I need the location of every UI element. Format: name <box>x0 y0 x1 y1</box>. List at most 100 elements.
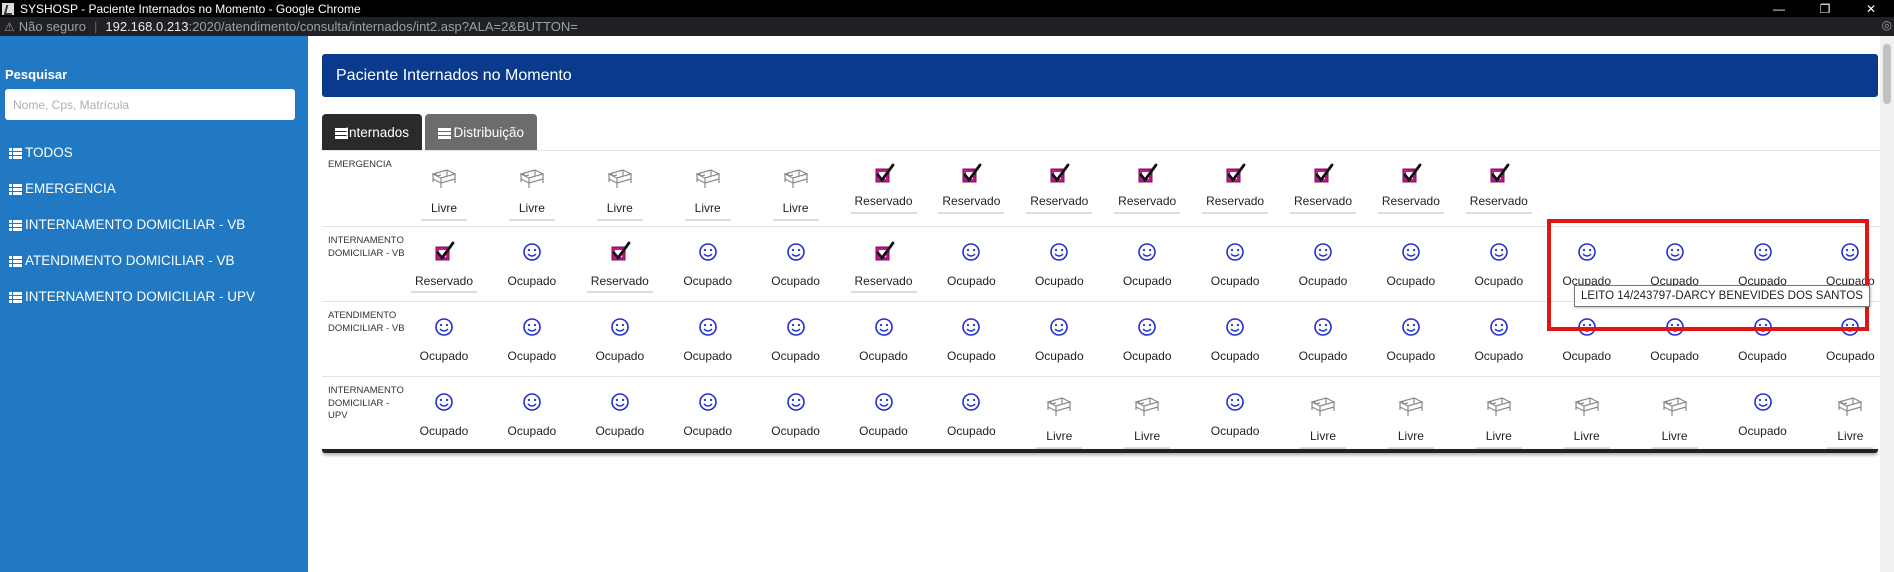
sidebar-item-atendimento-vb[interactable]: ATENDIMENTO DOMICILIAR - VB <box>9 253 255 289</box>
bed-status-label: Livre <box>1661 429 1688 443</box>
sidebar-item-emergencia[interactable]: EMERGENCIA <box>9 181 255 217</box>
bed-status-label: Reservado <box>1118 194 1177 208</box>
url-host[interactable]: 192.168.0.213 <box>105 19 188 34</box>
smiley-icon <box>431 314 457 340</box>
bed-status-label: Ocupado <box>1210 349 1260 363</box>
bed-status-label: Ocupado <box>1122 349 1172 363</box>
sidebar-item-internamento-upv[interactable]: INTERNAMENTO DOMICILIAR - UPV <box>9 289 255 325</box>
bed-reservado[interactable]: Reservado <box>1024 161 1094 233</box>
checkbox-checked-icon <box>1398 161 1424 187</box>
bed-underline <box>850 291 917 293</box>
tab-distribuicao[interactable]: Distribuição <box>425 114 537 150</box>
bed-underline <box>1290 212 1356 214</box>
bed-status-label: Livre <box>1837 429 1864 443</box>
checkbox-checked-icon <box>871 161 897 187</box>
bed-reservado[interactable]: Reservado <box>1112 161 1182 233</box>
bed-reservado[interactable]: Reservado <box>1376 161 1446 233</box>
bed-underline <box>1202 212 1269 214</box>
bed-status-label: Ocupado <box>947 424 996 438</box>
smiley-icon <box>1222 239 1248 265</box>
ward-label: ATENDIMENTO DOMICILIAR - VB <box>328 310 405 334</box>
list-icon <box>438 128 451 139</box>
minimize-button[interactable]: — <box>1756 2 1802 16</box>
bed-status-label: Ocupado <box>947 274 996 288</box>
extension-icon[interactable]: ◎ <box>1882 18 1892 32</box>
bed-icon <box>1486 394 1512 420</box>
bed-status-label: Ocupado <box>771 349 820 363</box>
bed-underline <box>850 212 917 214</box>
scrollbar-thumb[interactable] <box>1883 44 1891 104</box>
bed-livre[interactable]: Livre <box>761 161 831 233</box>
warning-icon: ⚠ <box>4 19 15 34</box>
ward-row: EMERGENCIA Livre Livre Livre Livre Livre Reser… <box>322 150 1882 226</box>
bed-status-label: Ocupado <box>1122 274 1172 288</box>
bed-status-label: Reservado <box>854 194 913 208</box>
tab-internados[interactable]: Internados <box>322 114 422 150</box>
smiley-icon <box>783 314 809 340</box>
smiley-icon <box>607 314 633 340</box>
bed-reservado[interactable]: Reservado <box>849 161 919 233</box>
bed-status-label: Ocupado <box>595 424 645 438</box>
checkbox-checked-icon <box>607 239 633 265</box>
bed-livre[interactable]: Livre <box>673 161 743 233</box>
sidebar-item-todos[interactable]: TODOS <box>9 145 255 181</box>
sidebar-item-internamento-vb[interactable]: INTERNAMENTO DOMICILIAR - VB <box>9 217 255 253</box>
smiley-icon <box>607 389 633 415</box>
bed-underline <box>508 219 555 221</box>
bed-status-label: Ocupado <box>1738 424 1787 438</box>
maximize-button[interactable]: ❐ <box>1802 2 1848 16</box>
page-title: Paciente Internados no Momento <box>322 54 1878 97</box>
checkbox-checked-icon <box>1222 161 1248 187</box>
list-icon <box>9 256 22 267</box>
bed-status-label: Livre <box>1397 429 1424 443</box>
smiley-icon <box>871 389 897 415</box>
url-path[interactable]: :2020/atendimento/consulta/internados/in… <box>189 19 578 34</box>
list-icon <box>9 220 22 231</box>
smiley-icon <box>1486 314 1512 340</box>
smiley-icon <box>695 314 721 340</box>
bed-icon <box>1398 394 1424 420</box>
bed-status-label: Ocupado <box>947 349 996 363</box>
bed-status-label: Ocupado <box>419 424 469 438</box>
bed-status-label: Livre <box>694 201 721 215</box>
app-logo-icon <box>2 2 14 15</box>
checkbox-checked-icon <box>431 239 457 265</box>
checkbox-checked-icon <box>1134 161 1160 187</box>
address-bar[interactable]: ⚠ Não seguro | 192.168.0.213:2020/atendi… <box>0 17 1894 36</box>
bed-status-label: Livre <box>782 201 809 215</box>
bed-status-label: Ocupado <box>859 424 908 438</box>
smiley-icon <box>1750 389 1776 415</box>
bed-reservado[interactable]: Reservado <box>936 161 1006 233</box>
bed-reservado[interactable]: Reservado <box>1200 161 1270 233</box>
page-scrollbar[interactable] <box>1880 36 1894 572</box>
bed-status-label: Livre <box>518 201 545 215</box>
bed-livre[interactable]: Livre <box>497 161 567 233</box>
tab-label: Distribuição <box>453 124 524 140</box>
security-label[interactable]: Não seguro <box>19 19 86 34</box>
smiley-icon <box>1486 239 1512 265</box>
smiley-icon <box>1046 239 1072 265</box>
bed-reservado[interactable]: Reservado <box>1288 161 1358 233</box>
bed-status-label: Livre <box>606 201 633 215</box>
ward-row: INTERNAMENTO DOMICILIAR - UPV Ocupado Ocup… <box>322 376 1882 450</box>
bed-underline <box>1026 212 1093 214</box>
bed-livre[interactable]: Livre <box>585 161 655 233</box>
bed-underline <box>1465 212 1532 214</box>
sidebar-menu: TODOS EMERGENCIA INTERNAMENTO DOMICILIAR… <box>9 145 255 325</box>
bed-icon <box>1134 394 1160 420</box>
bed-status-label: Ocupado <box>419 349 469 363</box>
bed-status-label: Ocupado <box>507 274 557 288</box>
close-button[interactable]: ✕ <box>1848 2 1894 16</box>
bed-icon <box>1837 394 1864 420</box>
bed-underline <box>411 291 477 293</box>
smiley-icon <box>958 389 984 415</box>
bed-status-label: Ocupado <box>859 349 908 363</box>
search-input[interactable] <box>5 89 295 120</box>
bed-reservado[interactable]: Reservado <box>1464 161 1534 233</box>
ward-label: EMERGENCIA <box>328 159 392 170</box>
bed-underline <box>1377 212 1444 214</box>
bed-livre[interactable]: Livre <box>409 161 479 233</box>
smiley-icon <box>958 239 984 265</box>
bed-status-label: Ocupado <box>683 424 733 438</box>
smiley-icon <box>519 389 545 415</box>
